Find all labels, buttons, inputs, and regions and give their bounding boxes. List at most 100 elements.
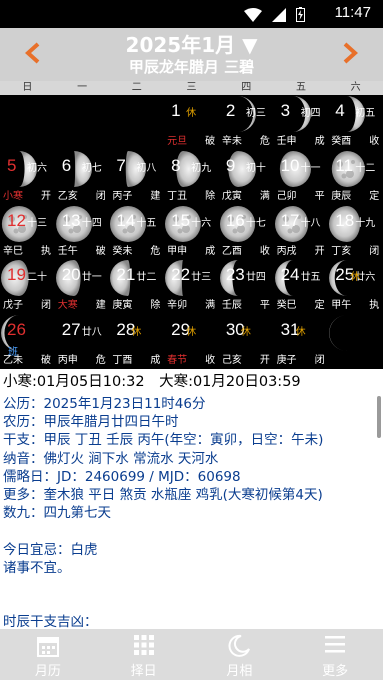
day-ganzhi: 己卯 xyxy=(276,190,297,202)
calendar-day[interactable]: 3 初四 壬申 成 xyxy=(274,95,328,150)
calendar-day[interactable]: 23 廿四 壬辰 平 xyxy=(219,259,273,314)
day-ganzhi: 辛卯 xyxy=(167,300,188,312)
day-footer: 乙亥 闭 xyxy=(55,187,109,202)
lunar-day: 廿二 xyxy=(136,272,157,284)
calendar-day[interactable]: 27 廿八 丙申 危 xyxy=(55,314,109,369)
calendar-day[interactable]: 26 班乙未破 xyxy=(0,314,54,369)
calendar-day[interactable]: 14 十五 癸未 危 xyxy=(109,205,163,260)
tab-date-picker[interactable]: 择日 xyxy=(96,629,192,680)
tab-label: 择日 xyxy=(130,664,157,679)
info-line: 今日宜忌：白虎 xyxy=(3,541,98,558)
day-number: 20 xyxy=(61,265,81,285)
next-month-button[interactable] xyxy=(337,41,361,65)
day-jianchu: 闭 xyxy=(95,190,106,202)
grid-icon xyxy=(133,635,154,655)
day-ganzhi: 庚子 xyxy=(276,355,297,367)
calendar-day[interactable]: 1 休元旦 破 xyxy=(164,95,218,150)
calendar-day[interactable]: 7 初八 丙子 建 xyxy=(109,150,163,205)
day-number: 8 xyxy=(171,155,181,175)
calendar-day[interactable]: 30 休己亥开 xyxy=(219,314,273,369)
day-number: 7 xyxy=(116,155,126,175)
calendar-day[interactable]: 4 初五 癸酉 收 xyxy=(328,95,382,150)
day-jianchu: 开 xyxy=(41,190,51,202)
day-number: 22 xyxy=(171,265,191,285)
day-jianchu: 成 xyxy=(205,245,216,257)
calendar-day[interactable] xyxy=(328,314,382,369)
calendar-day[interactable]: 9 初十 戊寅 满 xyxy=(219,150,273,205)
day-footer: 丙申 危 xyxy=(55,351,109,366)
weekday-label: 二 xyxy=(131,82,142,93)
day-ganzhi: 戊子 xyxy=(3,300,23,312)
weekday-label: 一 xyxy=(77,82,88,93)
calendar-day[interactable]: 5 初六 小寒 开 xyxy=(0,150,54,205)
calendar-day[interactable]: 18 十九 丁亥 闭 xyxy=(328,205,382,260)
calendar-day[interactable]: 13 十四 壬午 破 xyxy=(55,205,109,260)
info-line: 农历：甲辰年腊月廿四日午时 xyxy=(3,414,179,431)
calendar-day[interactable]: 6 初七 乙亥 闭 xyxy=(55,150,109,205)
day-footer: 庚子 闭 xyxy=(274,351,328,366)
day-number: 16 xyxy=(225,210,245,230)
lunar-day: 十三 xyxy=(27,217,47,229)
holiday-badge: 休 xyxy=(350,272,361,284)
day-footer: 癸巳 定 xyxy=(274,296,328,311)
lunar-day: 二十 xyxy=(27,272,47,284)
tab-label: 月相 xyxy=(226,664,253,679)
tab-moon-phase[interactable]: 月相 xyxy=(192,629,288,680)
calendar-day[interactable]: 19 二十 戊子 闭 xyxy=(0,259,54,314)
tab-label: 更多 xyxy=(322,664,349,679)
tab-calendar[interactable]: 月历 xyxy=(0,629,96,680)
calendar-day[interactable]: 2 初三 辛未 危 xyxy=(219,95,273,150)
day-details-panel[interactable]: 公历：2025年1月23日11时46分 农历：甲辰年腊月廿四日午时 干支：甲辰 丁丑… xyxy=(0,395,383,629)
calendar-day[interactable]: 16 十七乙酉 收 xyxy=(219,205,273,260)
lunar-day: 十八 xyxy=(300,217,321,229)
day-ganzhi: 丙申 xyxy=(57,355,78,367)
day-number: 6 xyxy=(61,155,72,175)
calendar-day[interactable]: 12 十三 辛巳 执 xyxy=(0,205,54,260)
calendar-day[interactable]: 22 廿三 辛卯 满 xyxy=(164,259,218,314)
day-jianchu: 满 xyxy=(205,300,216,312)
month-selector[interactable]: 2025年1月 ▼ xyxy=(0,29,383,58)
calendar-day[interactable]: 15 十六 甲申 成 xyxy=(164,205,218,260)
calendar-day[interactable]: 8 初九 丁丑 除 xyxy=(164,150,218,205)
lunar-day: 十七 xyxy=(245,217,266,229)
day-footer: 辛巳 执 xyxy=(0,242,54,257)
day-footer: 戊子 闭 xyxy=(0,296,54,311)
day-ganzhi: 辛未 xyxy=(221,136,242,147)
day-jianchu: 危 xyxy=(150,245,161,257)
day-footer: 乙酉 收 xyxy=(219,242,273,257)
scrollbar[interactable] xyxy=(377,396,381,438)
day-number: 11 xyxy=(335,155,353,175)
lunar-day: 十一 xyxy=(300,162,321,174)
calendar-day[interactable]: 20 廿一 大寒 建 xyxy=(55,259,109,314)
day-ganzhi: 庚辰 xyxy=(331,190,352,202)
tab-more[interactable]: 更多 xyxy=(287,629,383,680)
day-ganzhi: 辛巳 xyxy=(3,245,23,257)
calendar-day[interactable]: 21 廿二 庚寅 除 xyxy=(109,259,163,314)
calendar-day[interactable]: 25 廿六休甲午执 xyxy=(328,259,382,314)
weekday-label: 六 xyxy=(350,82,361,93)
day-footer: 庚辰 定 xyxy=(328,187,382,202)
day-footer: 大寒 建 xyxy=(55,296,109,311)
day-ganzhi: 丙戌 xyxy=(276,245,297,257)
calendar-day[interactable]: 28 休丁酉成 xyxy=(109,314,163,369)
calendar-day[interactable]: 29 休春节收 xyxy=(164,314,218,369)
day-ganzhi: 丁丑 xyxy=(167,190,188,202)
calendar-day[interactable]: 10 十一 己卯 平 xyxy=(274,150,328,205)
calendar-day[interactable]: 24 廿五 癸巳 定 xyxy=(274,259,328,314)
calendar-day[interactable]: 11 十二 庚辰 定 xyxy=(328,150,382,205)
day-ganzhi: 乙亥 xyxy=(57,190,78,202)
calendar-day[interactable]: 17 十八 丙戌 开 xyxy=(274,205,328,260)
calendar-day[interactable]: 31 休庚子闭 xyxy=(274,314,328,369)
day-jianchu: 破 xyxy=(41,355,51,367)
day-footer: 丁亥 闭 xyxy=(328,242,382,257)
battery-icon xyxy=(296,7,305,22)
info-line: 更多：奎木狼 平日 煞贡 水瓶座 鸡乳(大寒初候第4天) xyxy=(3,487,323,504)
holiday-badge: 休 xyxy=(186,108,197,119)
clock: 11:47 xyxy=(334,4,371,21)
lunar-day: 初五 xyxy=(355,108,376,119)
day-jianchu: 收 xyxy=(205,355,216,367)
day-ganzhi: 庚寅 xyxy=(112,300,133,312)
lunar-day: 初十 xyxy=(245,162,266,174)
